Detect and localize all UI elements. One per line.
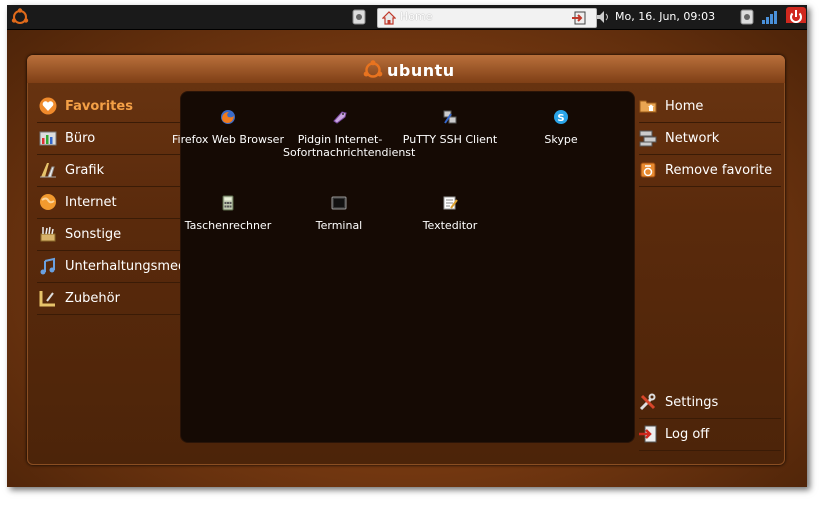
category-sonstige[interactable]: Sonstige	[37, 219, 181, 251]
app-pidgin[interactable]: Pidgin Internet-Sofortnachrichtendienst	[283, 109, 415, 159]
settings-button[interactable]: Settings	[639, 387, 781, 419]
accessories-icon	[39, 291, 55, 307]
ubuntu-logo: ubuntu	[363, 60, 455, 80]
launcher-window: ubuntu Favorites Büro Grafik Internet So…	[27, 55, 785, 465]
text-editor-icon	[443, 196, 458, 210]
window-close-icon[interactable]	[572, 10, 590, 26]
place-label: Network	[665, 131, 720, 146]
misc-icon	[40, 226, 56, 242]
network-icon	[639, 130, 657, 147]
svg-text:S: S	[557, 113, 564, 124]
app-label: Terminal	[315, 219, 363, 232]
category-label: Sonstige	[65, 227, 122, 242]
place-label: Home	[665, 99, 704, 114]
log-off-icon	[639, 425, 657, 443]
app-firefox[interactable]: Firefox Web Browser	[172, 109, 284, 146]
graphics-icon	[40, 163, 56, 178]
apps-panel: Firefox Web Browser Pidgin Internet-Sofo…	[172, 91, 635, 443]
calculator-icon	[222, 195, 234, 211]
app-taschenrechner[interactable]: Taschenrechner	[172, 195, 284, 232]
app-label: Skype	[544, 133, 578, 146]
desktop: Home Mo, 16. Jun, 09:03 ubuntu Favorites…	[7, 5, 807, 487]
window-tab-home[interactable]: Home	[377, 8, 597, 28]
app-label: Taschenrechner	[184, 219, 272, 232]
volume-icon[interactable]	[596, 9, 610, 25]
app-putty[interactable]: PuTTY SSH Client	[394, 109, 506, 146]
app-texteditor[interactable]: Texteditor	[394, 195, 506, 232]
office-icon	[39, 131, 57, 146]
heart-icon	[39, 97, 57, 115]
launcher-header: ubuntu	[27, 55, 785, 83]
putty-icon	[443, 110, 457, 124]
app-label: Firefox Web Browser	[172, 133, 284, 146]
category-buero[interactable]: Büro	[37, 123, 181, 155]
brand-wordmark: ubuntu	[387, 60, 455, 80]
remove-favorite-icon	[640, 162, 656, 178]
signal-strength-icon[interactable]	[761, 9, 779, 25]
firefox-icon	[221, 110, 235, 124]
power-icon[interactable]	[786, 7, 806, 23]
category-label: Favorites	[65, 99, 133, 114]
app-skype[interactable]: S Skype	[505, 109, 617, 146]
skype-icon: S	[554, 110, 568, 124]
category-label: Grafik	[65, 163, 105, 178]
applet-icon[interactable]	[352, 9, 366, 25]
category-label: Zubehör	[65, 291, 120, 306]
log-off-button[interactable]: Log off	[639, 419, 781, 451]
system-label: Settings	[665, 395, 719, 410]
place-home[interactable]: Home	[639, 91, 781, 123]
home-icon	[382, 11, 396, 25]
category-zubehoer[interactable]: Zubehör	[37, 283, 181, 315]
place-network[interactable]: Network	[639, 123, 781, 155]
clock[interactable]: Mo, 16. Jun, 09:03	[615, 10, 715, 23]
home-folder-icon	[639, 100, 657, 113]
window-title: Home	[400, 10, 433, 23]
settings-icon	[639, 393, 656, 411]
top-panel: Home Mo, 16. Jun, 09:03	[7, 5, 807, 30]
app-label: PuTTY SSH Client	[402, 133, 498, 146]
app-label: Texteditor	[422, 219, 478, 232]
system-label: Log off	[665, 427, 710, 442]
app-terminal[interactable]: Terminal	[283, 195, 395, 232]
remove-favorite-button[interactable]: Remove favorite	[639, 155, 781, 187]
globe-icon	[40, 194, 56, 210]
category-grafik[interactable]: Grafik	[37, 155, 181, 187]
category-favorites[interactable]: Favorites	[37, 91, 181, 123]
category-label: Internet	[65, 195, 117, 210]
battery-icon[interactable]	[740, 9, 754, 25]
category-label: Büro	[65, 131, 96, 146]
category-unterhaltungsmedien[interactable]: Unterhaltungsmedien	[37, 251, 206, 283]
terminal-icon	[331, 196, 347, 210]
music-icon	[40, 257, 55, 275]
category-internet[interactable]: Internet	[37, 187, 181, 219]
ubuntu-menu-icon[interactable]	[11, 8, 29, 24]
pidgin-icon	[333, 111, 347, 124]
ubuntu-logo-icon	[363, 60, 383, 78]
place-label: Remove favorite	[665, 163, 773, 178]
